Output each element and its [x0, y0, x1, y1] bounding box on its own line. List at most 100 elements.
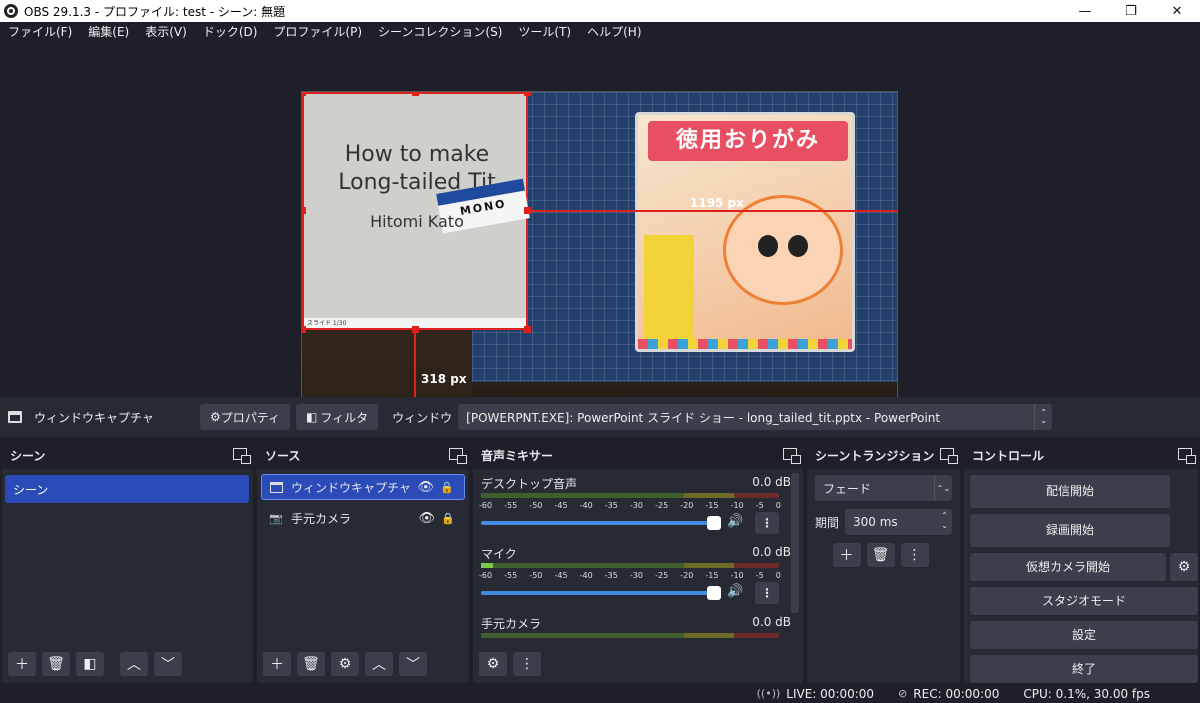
properties-button-label: プロパティ — [220, 410, 281, 425]
start-virtual-camera-button[interactable]: 仮想カメラ開始 — [970, 553, 1166, 581]
menu-docks[interactable]: ドック(D) — [195, 22, 266, 42]
add-source-button[interactable]: ＋ — [263, 652, 291, 676]
volume-slider[interactable] — [481, 586, 721, 600]
minimize-button[interactable]: — — [1062, 0, 1108, 22]
speaker-icon[interactable]: 🔊 — [727, 514, 743, 529]
menu-tools[interactable]: ツール(T) — [510, 22, 579, 42]
status-bar: ((•)) LIVE: 00:00:00 ⊘ REC: 00:00:00 CPU: … — [0, 684, 1200, 703]
window-capture-source[interactable]: How to make Long-tailed Tit MONO Hitomi … — [302, 92, 530, 330]
undock-icon[interactable] — [940, 448, 958, 464]
preview-area[interactable]: 徳用おりがみ How to make Long-tailed Tit MONO … — [0, 42, 1200, 427]
remove-transition-button[interactable]: 🗑 — [866, 543, 895, 567]
menu-view[interactable]: 表示(V) — [137, 22, 195, 42]
close-button[interactable]: ✕ — [1154, 0, 1200, 22]
move-source-down-button[interactable]: ﹀ — [399, 652, 427, 676]
source-label: ウィンドウキャプチャ — [291, 480, 411, 495]
obs-logo-icon — [4, 4, 18, 18]
add-transition-button[interactable]: ＋ — [832, 543, 861, 567]
resize-handle-bottom-left[interactable] — [302, 326, 306, 333]
resize-handle-bottom-right[interactable] — [524, 326, 531, 333]
gear-icon: ⚙ — [338, 656, 352, 672]
start-streaming-button[interactable]: 配信開始 — [970, 475, 1170, 508]
rec-timer: REC: 00:00:00 — [913, 686, 1000, 701]
filters-button[interactable]: ◧ フィルタ — [296, 404, 379, 430]
add-scene-button[interactable]: ＋ — [8, 652, 36, 676]
channel-name: デスクトップ音声 — [481, 477, 578, 491]
sources-dock-footer: ＋ 🗑 ⚙ ︿ ﹀ — [257, 645, 469, 683]
eye-icon[interactable]: 👁 — [417, 480, 434, 495]
properties-button[interactable]: ⚙ プロパティ — [200, 404, 291, 430]
eye-icon[interactable]: 👁 — [418, 511, 435, 526]
settings-button[interactable]: 設定 — [970, 621, 1198, 649]
maximize-button[interactable]: ❐ — [1108, 0, 1154, 22]
preview-canvas[interactable]: 徳用おりがみ How to make Long-tailed Tit MONO … — [301, 91, 898, 427]
start-recording-button[interactable]: 録画開始 — [970, 514, 1170, 547]
source-properties-button[interactable]: ⚙ — [331, 652, 359, 676]
volume-meter — [481, 633, 779, 638]
volume-slider[interactable] — [481, 516, 721, 530]
scene-filters-button[interactable]: ◧ — [76, 652, 104, 676]
record-off-icon: ⊘ — [898, 687, 908, 700]
live-status: ((•)) LIVE: 00:00:00 — [757, 687, 874, 701]
undock-icon[interactable] — [233, 448, 251, 464]
channel-db: 0.0 dB — [752, 545, 791, 559]
menu-edit[interactable]: 編集(E) — [80, 22, 137, 42]
window-select[interactable]: [POWERPNT.EXE]: PowerPoint スライド ショー - lo… — [458, 404, 1053, 430]
mixer-channel: 手元カメラ 0.0 dB — [473, 609, 803, 649]
channel-menu-button[interactable]: ⋮ — [755, 582, 779, 604]
source-list-item[interactable]: ウィンドウキャプチャ 👁 🔒 — [261, 474, 465, 500]
scene-list-item[interactable]: シーン — [5, 475, 249, 503]
menu-file[interactable]: ファイル(F) — [0, 22, 80, 42]
resize-handle-top-right[interactable] — [524, 92, 531, 96]
selected-source-name: ウィンドウキャプチャ — [34, 410, 154, 425]
volume-meter — [481, 563, 779, 568]
origami-character-eye — [758, 235, 778, 257]
menu-scene-collection[interactable]: シーンコレクション(S) — [370, 22, 510, 42]
exit-button[interactable]: 終了 — [970, 655, 1198, 683]
chevron-up-icon: ︿ — [127, 657, 141, 673]
lock-icon[interactable]: 🔒 — [441, 512, 455, 525]
menu-help[interactable]: ヘルプ(H) — [579, 22, 649, 42]
slide-author: Hitomi Kato — [370, 212, 464, 231]
resize-handle-top-left[interactable] — [302, 92, 306, 96]
resize-handle-left[interactable] — [302, 207, 306, 214]
undock-icon[interactable] — [449, 448, 467, 464]
remove-source-button[interactable]: 🗑 — [297, 652, 325, 676]
volume-slider-handle[interactable] — [707, 586, 721, 600]
mixer-scrollbar[interactable] — [791, 473, 799, 613]
trash-icon: 🗑 — [47, 656, 65, 672]
virtual-camera-settings-button[interactable]: ⚙ — [1170, 553, 1198, 581]
duration-spinbox[interactable]: 300 ms ⌃ ⌄ — [845, 509, 952, 535]
mixer-menu-button[interactable]: ⋮ — [513, 652, 541, 676]
lock-icon[interactable]: 🔒 — [440, 481, 454, 494]
undock-icon[interactable] — [1178, 448, 1196, 464]
sources-dock: ソース ウィンドウキャプチャ 👁 🔒 📷 手元カメラ 👁 🔒 ＋ 🗑 ⚙ ︿ ﹀ — [257, 441, 469, 683]
slide-title-line-1: How to make — [344, 142, 490, 167]
channel-menu-button[interactable]: ⋮ — [755, 512, 779, 534]
remove-scene-button[interactable]: 🗑 — [42, 652, 70, 676]
studio-mode-button[interactable]: スタジオモード — [970, 587, 1198, 615]
menu-bar: ファイル(F) 編集(E) 表示(V) ドック(D) プロファイル(P) シーン… — [0, 22, 1200, 42]
updown-arrow-icon: ⌃⌄ — [1034, 404, 1052, 430]
filters-button-label: フィルタ — [320, 410, 369, 425]
sources-dock-header: ソース — [257, 441, 469, 469]
advanced-audio-button[interactable]: ⚙ — [479, 652, 507, 676]
right-distance-guide — [528, 210, 897, 212]
updown-arrow-icon: ⌃⌄ — [934, 475, 952, 501]
move-scene-down-button[interactable]: ﹀ — [154, 652, 182, 676]
right-distance-label: 1195 px — [690, 196, 744, 210]
audio-mixer-dock-header: 音声ミキサー — [473, 441, 803, 469]
volume-slider-handle[interactable] — [707, 516, 721, 530]
transition-select[interactable]: フェード ⌃⌄ — [815, 475, 952, 501]
origami-stripe — [638, 339, 852, 349]
undock-icon[interactable] — [783, 448, 801, 464]
spin-arrows-icon[interactable]: ⌃ ⌄ — [941, 511, 948, 531]
transition-menu-button[interactable]: ⋮ — [900, 543, 929, 567]
move-source-up-button[interactable]: ︿ — [365, 652, 393, 676]
resize-handle-top[interactable] — [412, 92, 419, 96]
source-list-item[interactable]: 📷 手元カメラ 👁 🔒 — [261, 505, 465, 531]
menu-profile[interactable]: プロファイル(P) — [265, 22, 370, 42]
move-scene-up-button[interactable]: ︿ — [120, 652, 148, 676]
controls-dock-title: コントロール — [972, 448, 1045, 463]
speaker-icon[interactable]: 🔊 — [727, 584, 743, 599]
